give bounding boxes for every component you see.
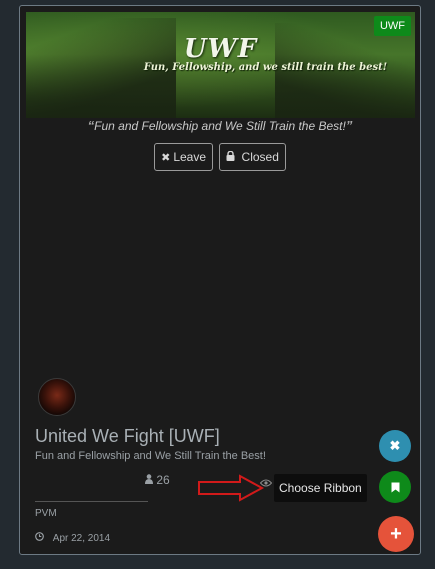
member-count-value: 26 [156,473,170,487]
quote-text: Fun and Fellowship and We Still Train th… [94,119,346,133]
choose-ribbon-tooltip: Choose Ribbon [274,474,367,502]
lock-icon [226,150,238,164]
club-actions: ✖ Leave Closed [20,143,420,171]
closed-button[interactable]: Closed [219,143,286,171]
club-banner: UWF Fun, Fellowship, and we still train … [26,12,415,118]
close-quote-icon: ” [345,118,353,133]
choose-ribbon-button[interactable] [379,471,411,503]
closed-label: Closed [241,150,279,164]
club-tag[interactable]: PVM [35,508,57,519]
banner-logo: UWF [183,34,258,64]
clock-icon [35,532,47,544]
club-avatar[interactable] [38,378,76,416]
fab-close-button[interactable]: ✖ [379,430,411,462]
divider [35,501,148,502]
leave-label: Leave [173,150,207,164]
date-value: Apr 22, 2014 [52,533,111,544]
plus-icon: + [390,523,402,545]
user-icon [145,473,156,487]
club-title[interactable]: United We Fight [UWF] [35,426,220,447]
close-icon: ✖ [161,152,171,164]
add-button[interactable]: + [378,516,414,552]
leave-button[interactable]: ✖ Leave [154,143,214,171]
banner-tagline: Fun, Fellowship, and we still train the … [143,62,388,73]
club-date: Apr 22, 2014 [35,532,110,544]
close-icon: ✖ [389,438,401,453]
club-badge[interactable]: UWF [373,16,411,36]
club-card: UWF Fun, Fellowship, and we still train … [19,5,421,555]
member-count: 26 [145,473,170,487]
bookmark-icon [391,479,400,494]
club-description: Fun and Fellowship and We Still Train th… [35,450,266,462]
annotation-arrow-icon [198,474,265,502]
club-quote: “Fun and Fellowship and We Still Train t… [20,118,420,133]
